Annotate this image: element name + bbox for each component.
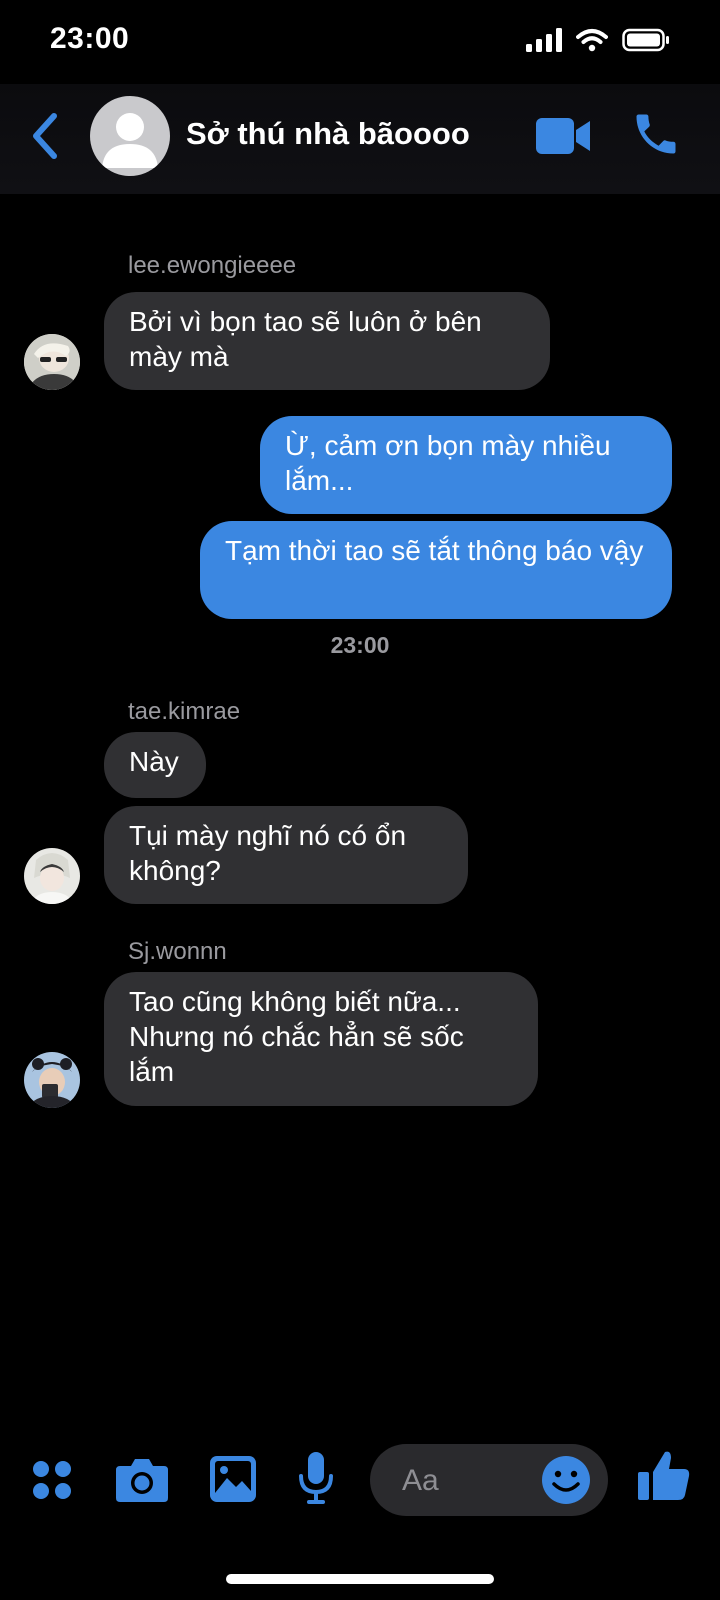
chat-header: Sở thú nhà bãoooo	[0, 84, 720, 194]
group-avatar[interactable]	[90, 96, 170, 176]
outgoing-message[interactable]: Ừ, cảm ơn bọn mày nhiều lắm...	[260, 416, 672, 514]
more-actions-button[interactable]	[30, 1458, 74, 1502]
conversation-title[interactable]: Sở thú nhà bãoooo	[186, 116, 470, 152]
gallery-button[interactable]	[210, 1456, 256, 1502]
emoji-button[interactable]	[540, 1454, 592, 1506]
outgoing-message[interactable]: Tạm thời tao sẽ tắt thông báo vậy	[200, 521, 672, 619]
sender-name: Sj.wonnn	[128, 938, 227, 965]
profile-photo-icon	[24, 848, 80, 904]
status-icons	[526, 28, 670, 52]
status-time: 23:00	[50, 22, 130, 55]
camera-button[interactable]	[116, 1456, 168, 1502]
back-button[interactable]	[26, 108, 66, 164]
status-bar: 23:00	[0, 0, 720, 84]
like-button[interactable]	[638, 1450, 690, 1502]
message-composer	[0, 1428, 720, 1538]
avatar[interactable]	[24, 848, 80, 904]
cellular-signal-icon	[526, 28, 562, 52]
incoming-message[interactable]: Tụi mày nghĩ nó có ổn không?	[104, 806, 468, 904]
incoming-message[interactable]: Này	[104, 732, 206, 798]
profile-photo-icon	[24, 1052, 80, 1108]
battery-icon	[622, 28, 669, 52]
video-call-button[interactable]	[536, 114, 592, 158]
avatar[interactable]	[24, 1052, 80, 1108]
sender-name: tae.kimrae	[128, 698, 241, 725]
message-input[interactable]	[400, 1460, 534, 1502]
microphone-button[interactable]	[298, 1452, 334, 1506]
incoming-message[interactable]: Tao cũng không biết nữa... Nhưng nó chắc…	[104, 972, 538, 1106]
sender-name: lee.ewongieeee	[128, 252, 297, 279]
wifi-icon	[576, 29, 608, 52]
voice-call-button[interactable]	[630, 108, 682, 160]
avatar[interactable]	[24, 334, 80, 390]
profile-photo-icon	[24, 334, 80, 390]
message-timestamp: 23:00	[330, 632, 390, 658]
default-user-icon	[102, 113, 158, 168]
incoming-message[interactable]: Bởi vì bọn tao sẽ luôn ở bên mày mà	[104, 292, 550, 390]
message-input-container	[370, 1444, 608, 1516]
home-indicator	[226, 1574, 494, 1584]
